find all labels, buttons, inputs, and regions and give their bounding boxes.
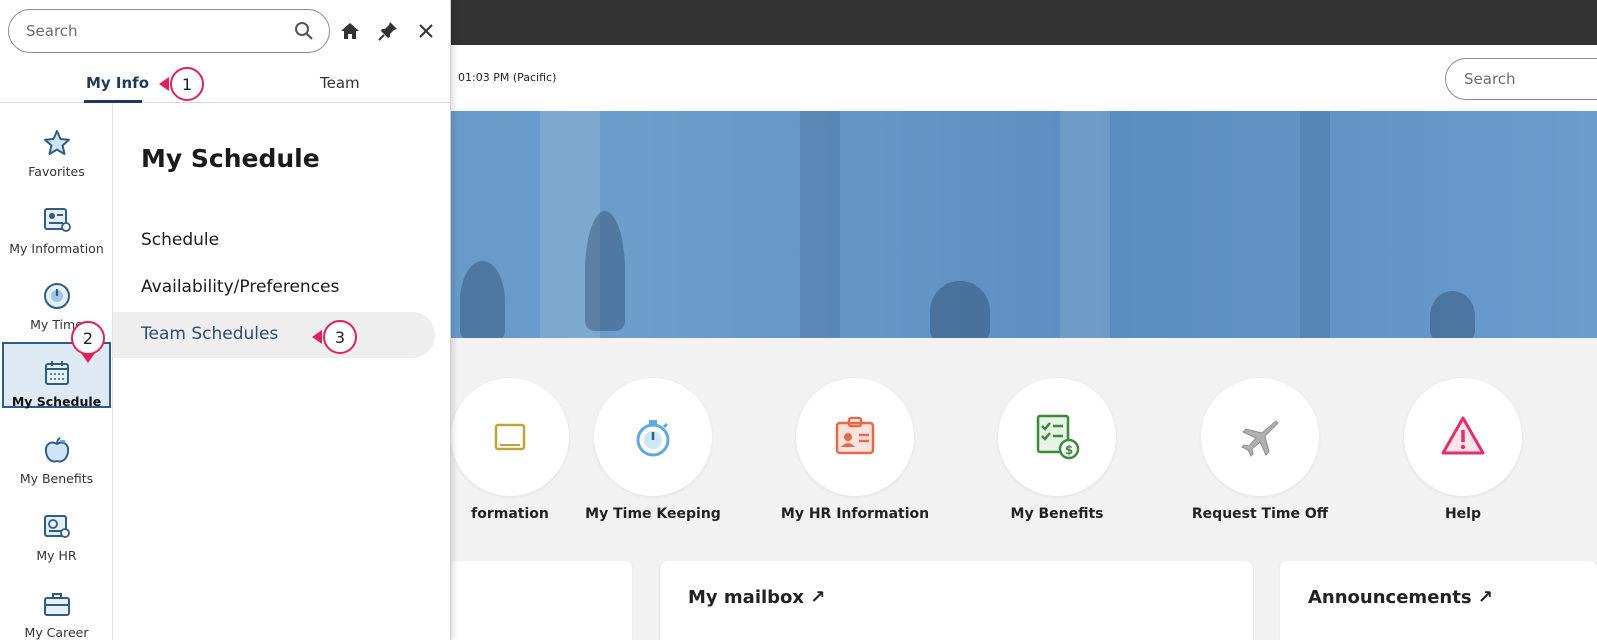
airplane-icon <box>1241 420 1279 457</box>
rail-item-my-career[interactable]: My Career <box>2 575 111 640</box>
id-badge-icon <box>835 416 875 455</box>
rail-label-my-career: My Career <box>24 625 89 640</box>
callout-1-pointer <box>159 77 169 91</box>
callout-3: 3 <box>323 320 357 354</box>
announcements-card-title[interactable]: Announcements ↗ <box>1308 587 1493 608</box>
callout-2-pointer <box>81 353 95 363</box>
rail-item-my-hr[interactable]: My HR <box>2 498 111 564</box>
tab-my-info[interactable]: My Info <box>86 74 149 92</box>
home-icon[interactable] <box>337 18 363 44</box>
link-team-schedules[interactable]: Team Schedules <box>141 324 278 344</box>
info-card <box>440 561 632 640</box>
rail-label-my-hr: My HR <box>36 548 77 563</box>
benefits-checklist-icon: $ <box>1036 414 1080 460</box>
tile-label-my-benefits: My Benefits <box>1010 506 1104 522</box>
panel-tabs: My Info Team <box>0 62 451 103</box>
tile-label-help: Help <box>1444 506 1482 522</box>
search-icon[interactable] <box>294 21 314 41</box>
apple-icon <box>44 437 69 463</box>
navigation-panel: My Info Team Favorites My Information My… <box>0 0 451 640</box>
tile-label-request-time-off: Request Time Off <box>1191 506 1329 522</box>
briefcase-icon <box>43 593 70 616</box>
svg-text:$: $ <box>1065 443 1073 457</box>
panel-search-input[interactable] <box>26 10 276 52</box>
callout-2: 2 <box>71 321 105 355</box>
link-schedule[interactable]: Schedule <box>141 230 219 250</box>
warning-icon <box>1441 416 1485 455</box>
callout-3-pointer <box>312 330 322 344</box>
rail-item-my-benefits[interactable]: My Benefits <box>2 421 111 487</box>
request-time-off-tile[interactable] <box>1201 378 1319 496</box>
tile-label-my-hr-information: My HR Information <box>780 506 930 522</box>
close-icon[interactable] <box>413 18 439 44</box>
rail-label-favorites: Favorites <box>28 164 85 179</box>
tile-label-my-time-keeping: My Time Keeping <box>585 506 721 522</box>
pin-icon[interactable] <box>375 18 401 44</box>
tab-team[interactable]: Team <box>320 74 360 92</box>
my-time-keeping-tile[interactable] <box>594 378 712 496</box>
category-rail: Favorites My Information My Time My Sche… <box>0 103 113 640</box>
mailbox-card[interactable]: My mailbox ↗ <box>660 561 1253 640</box>
information-tile[interactable] <box>451 378 569 496</box>
my-benefits-tile[interactable]: $ <box>998 378 1116 496</box>
current-time-text: 01:03 PM (Pacific) <box>458 71 557 84</box>
rail-label-my-benefits: My Benefits <box>19 471 94 486</box>
app-search-input[interactable]: Search <box>1445 58 1597 100</box>
calendar-icon <box>44 361 69 385</box>
information-icon <box>494 423 526 451</box>
callout-1: 1 <box>170 67 204 101</box>
profile-card-icon <box>43 208 71 232</box>
hr-document-icon <box>43 515 70 538</box>
mailbox-card-title[interactable]: My mailbox ↗ <box>688 587 825 608</box>
panel-search-box[interactable] <box>8 9 330 53</box>
announcements-card[interactable]: Announcements ↗ <box>1280 561 1597 640</box>
clock-icon <box>43 283 70 309</box>
rail-label-my-schedule: My Schedule <box>11 394 102 409</box>
stopwatch-icon <box>636 420 670 457</box>
star-icon <box>43 130 70 155</box>
section-title: My Schedule <box>141 144 320 173</box>
rail-item-my-information[interactable]: My Information <box>2 191 111 257</box>
rail-label-my-information: My Information <box>9 241 104 256</box>
rail-item-favorites[interactable]: Favorites <box>2 114 111 180</box>
my-hr-information-tile[interactable] <box>796 378 914 496</box>
help-tile[interactable] <box>1404 378 1522 496</box>
link-availability-preferences[interactable]: Availability/Preferences <box>141 277 339 297</box>
